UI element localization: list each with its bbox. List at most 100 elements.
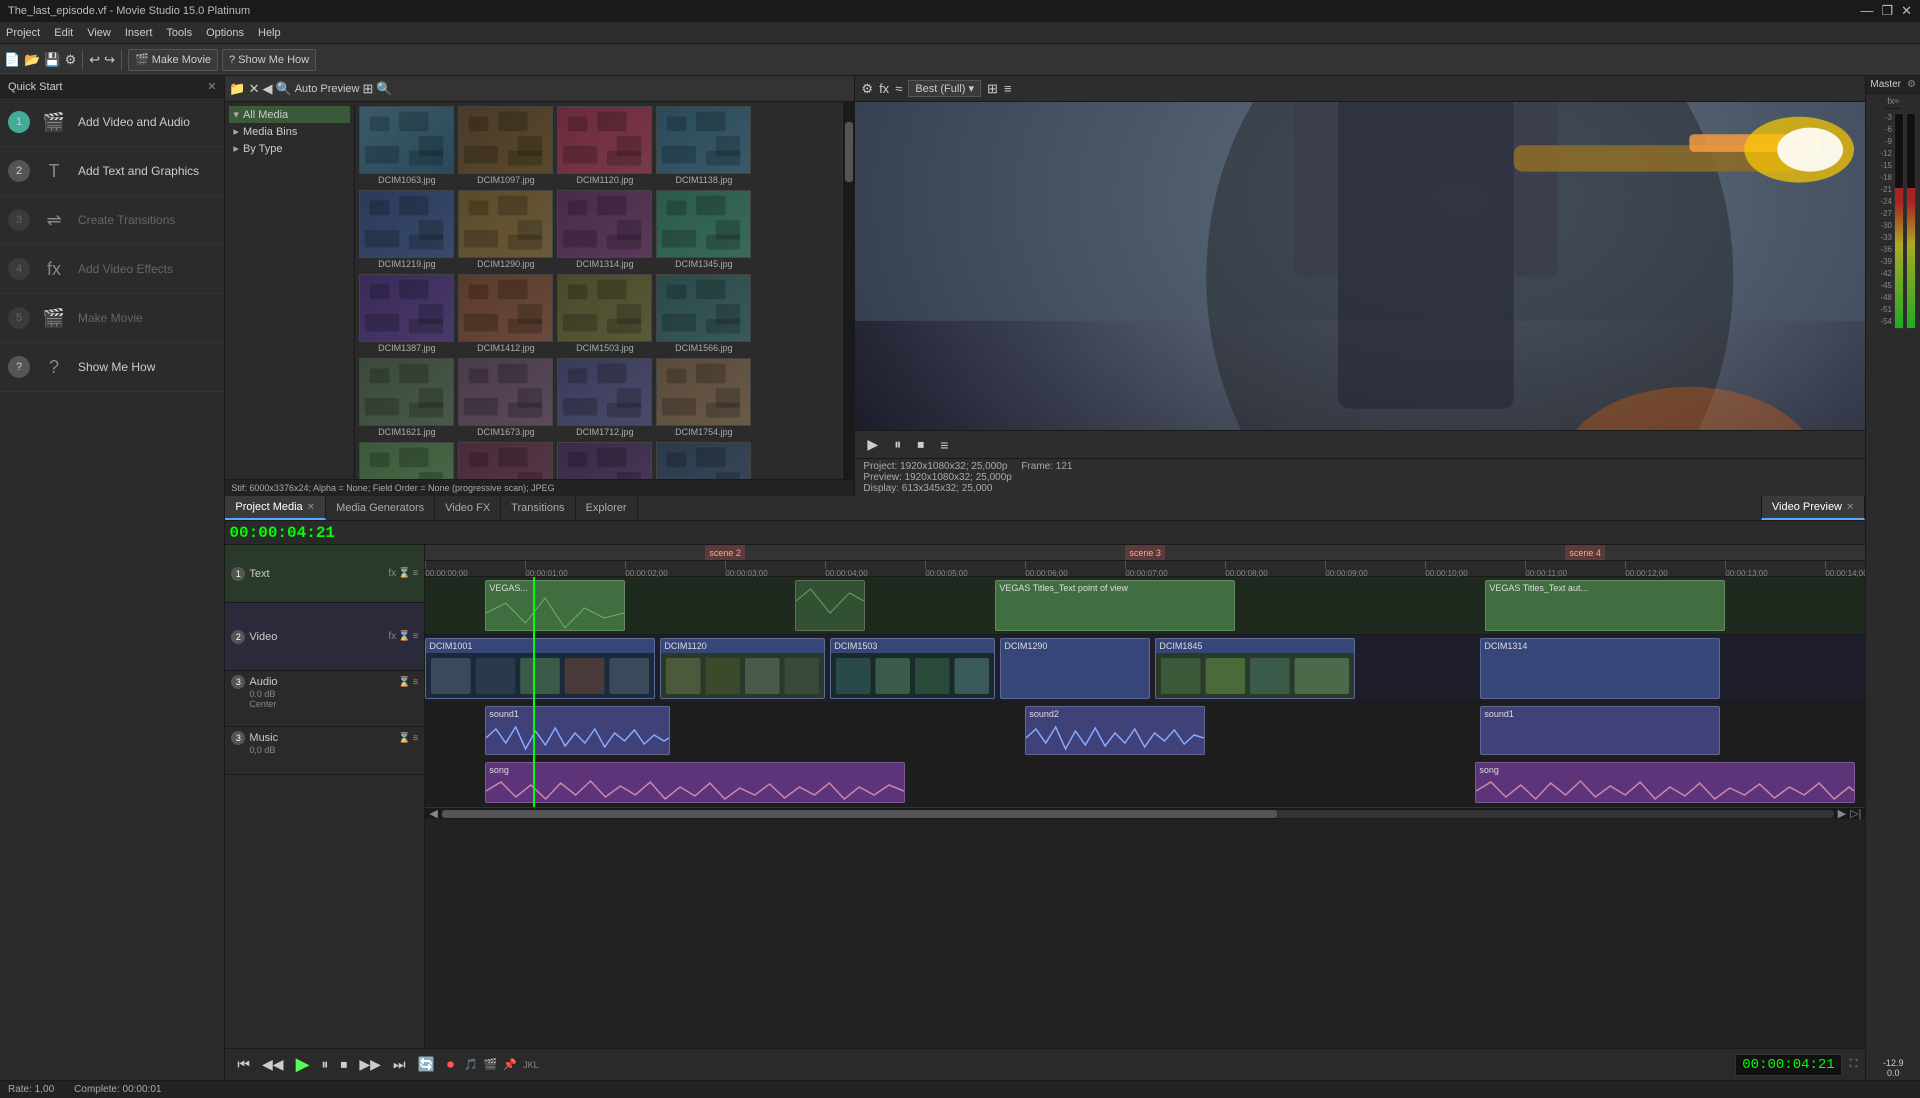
video-clip-6[interactable]: DCIM1314	[1480, 638, 1720, 699]
grid-view-icon[interactable]: ⊞	[363, 81, 374, 97]
audio-clip-2[interactable]: sound2	[1025, 706, 1205, 755]
media-thumb-12[interactable]: DCIM1621.jpg	[359, 358, 454, 438]
text-clip-4[interactable]: VEGAS Titles_Text aut...	[1485, 580, 1725, 631]
media-thumb-6[interactable]: DCIM1314.jpg	[557, 190, 652, 270]
preview-play-btn[interactable]: ▶	[863, 434, 882, 455]
skip-end-btn[interactable]: ⏭	[389, 1054, 410, 1075]
pause-btn[interactable]: ⏸	[317, 1054, 332, 1075]
media-thumb-13[interactable]: DCIM1673.jpg	[458, 358, 553, 438]
media-thumb-19[interactable]: DCIM1999.jpg	[656, 442, 751, 479]
make-movie-button[interactable]: 🎬 Make Movie	[128, 49, 218, 71]
timeline-scrollbar[interactable]: ◀ ▶ ▷|	[425, 807, 1865, 819]
tab-close-preview[interactable]: ✕	[1846, 502, 1854, 513]
new-file-icon[interactable]: 📄	[4, 52, 20, 68]
settings-btn[interactable]: ≡	[413, 733, 419, 744]
tab-video-preview[interactable]: Video Preview ✕	[1761, 496, 1866, 520]
media-thumb-5[interactable]: DCIM1290.jpg	[458, 190, 553, 270]
media-thumb-18[interactable]: DCIM1901.jpg	[557, 442, 652, 479]
tree-item-by-type[interactable]: ▸By Type	[229, 140, 350, 157]
music-clip-1[interactable]: song	[485, 762, 905, 803]
tab-transitions[interactable]: Transitions	[501, 496, 575, 520]
next-frame-btn[interactable]: ▶▶	[355, 1054, 385, 1075]
tab-video-fx[interactable]: Video FX	[435, 496, 501, 520]
redo-icon[interactable]: ↪	[104, 52, 115, 68]
settings-btn[interactable]: ≡	[413, 568, 419, 579]
media-thumb-16[interactable]: DCIM1801.jpg	[359, 442, 454, 479]
settings-btn[interactable]: ≡	[413, 631, 419, 642]
mute-btn[interactable]: fx	[388, 568, 396, 579]
video-clip-5[interactable]: DCIM1845	[1155, 638, 1355, 699]
settings-btn[interactable]: ≡	[413, 677, 419, 688]
folder-icon[interactable]: 📁	[229, 81, 245, 97]
preview-eq-icon[interactable]: ≈	[895, 81, 902, 96]
tab-media-generators[interactable]: Media Generators	[326, 496, 435, 520]
media-thumb-14[interactable]: DCIM1712.jpg	[557, 358, 652, 438]
preview-menu-btn[interactable]: ≡	[936, 435, 952, 455]
media-thumb-17[interactable]: DCIM1845.jpg	[458, 442, 553, 479]
media-thumb-8[interactable]: DCIM1387.jpg	[359, 274, 454, 354]
scrollbar-thumb[interactable]	[442, 810, 1277, 818]
fullscreen-btn[interactable]: ⛶	[1850, 1058, 1858, 1071]
text-clip-2[interactable]	[795, 580, 865, 631]
skip-start-btn[interactable]: ⏮	[233, 1054, 254, 1075]
track-timeline[interactable]: scene 2 scene 3 scene 4 00:00:00;0000:00…	[425, 545, 1865, 1048]
tab-explorer[interactable]: Explorer	[576, 496, 638, 520]
text-clip-1[interactable]: VEGAS...	[485, 580, 625, 631]
save-icon[interactable]: 💾	[44, 52, 60, 68]
master-settings-btn[interactable]: ⚙	[1907, 79, 1916, 90]
close-btn[interactable]: ✕	[1901, 3, 1912, 19]
tab-project-media[interactable]: Project Media ✕	[225, 496, 326, 520]
video-clip-4[interactable]: DCIM1290	[1000, 638, 1150, 699]
maximize-btn[interactable]: ❐	[1881, 3, 1893, 19]
preview-grid-icon[interactable]: ⊞	[987, 81, 998, 97]
video-clip-3[interactable]: DCIM1503	[830, 638, 995, 699]
menu-item-edit[interactable]: Edit	[54, 27, 73, 39]
media-thumb-3[interactable]: DCIM1138.jpg	[656, 106, 751, 186]
lock-btn[interactable]: ⌛	[398, 568, 410, 579]
media-thumb-2[interactable]: DCIM1120.jpg	[557, 106, 652, 186]
quality-dropdown[interactable]: Best (Full) ▾	[908, 80, 981, 97]
search-icon[interactable]: 🔍	[276, 81, 292, 97]
quickstart-item-5[interactable]: ??Show Me How	[0, 343, 224, 392]
audio-clip-3[interactable]: sound1	[1480, 706, 1720, 755]
minimize-btn[interactable]: —	[1860, 3, 1873, 19]
loop-btn[interactable]: 🔄	[414, 1054, 439, 1075]
menu-item-project[interactable]: Project	[6, 27, 40, 39]
quickstart-item-0[interactable]: 1🎬Add Video and Audio	[0, 98, 224, 147]
media-thumb-4[interactable]: DCIM1219.jpg	[359, 190, 454, 270]
undo-icon[interactable]: ↩	[89, 52, 100, 68]
media-thumb-0[interactable]: DCIM1063.jpg	[359, 106, 454, 186]
stop-btn[interactable]: ⏹	[336, 1054, 351, 1075]
media-thumb-11[interactable]: DCIM1566.jpg	[656, 274, 751, 354]
menu-item-view[interactable]: View	[87, 27, 111, 39]
mute-btn[interactable]: ⌛	[398, 677, 410, 688]
mute-btn[interactable]: ⌛	[398, 733, 410, 744]
media-thumb-7[interactable]: DCIM1345.jpg	[656, 190, 751, 270]
record-btn[interactable]: ⏺	[443, 1054, 458, 1075]
text-clip-3[interactable]: VEGAS Titles_Text point of view	[995, 580, 1235, 631]
media-thumb-10[interactable]: DCIM1503.jpg	[557, 274, 652, 354]
play-btn[interactable]: ▶	[292, 1052, 314, 1077]
settings-icon[interactable]: ⚙	[65, 52, 77, 68]
preview-gear-icon[interactable]: ⚙	[861, 81, 873, 97]
close-media-icon[interactable]: ✕	[249, 81, 260, 97]
scroll-end-btn[interactable]: ▷|	[1850, 807, 1861, 820]
video-clip-1[interactable]: DCIM1001	[425, 638, 655, 699]
quickstart-close[interactable]: ✕	[207, 80, 216, 93]
menu-item-tools[interactable]: Tools	[166, 27, 192, 39]
env-btn[interactable]: ⌛	[398, 631, 410, 642]
scroll-left-btn[interactable]: ◀	[429, 807, 437, 820]
preview-pause-btn[interactable]: ⏸	[890, 434, 905, 455]
back-icon[interactable]: ◀	[263, 81, 273, 97]
window-controls[interactable]: — ❐ ✕	[1860, 3, 1912, 19]
media-thumb-15[interactable]: DCIM1754.jpg	[656, 358, 751, 438]
preview-settings-icon[interactable]: ≡	[1004, 81, 1012, 96]
zoom-icon[interactable]: 🔍	[376, 81, 392, 97]
media-thumb-9[interactable]: DCIM1412.jpg	[458, 274, 553, 354]
preview-stop-btn[interactable]: ⏹	[913, 434, 928, 455]
menu-item-options[interactable]: Options	[206, 27, 244, 39]
tree-item-media-bins[interactable]: ▸Media Bins	[229, 123, 350, 140]
scroll-right-btn[interactable]: ▶	[1838, 807, 1846, 820]
video-clip-2[interactable]: DCIM1120	[660, 638, 825, 699]
prev-frame-btn[interactable]: ◀◀	[258, 1054, 288, 1075]
